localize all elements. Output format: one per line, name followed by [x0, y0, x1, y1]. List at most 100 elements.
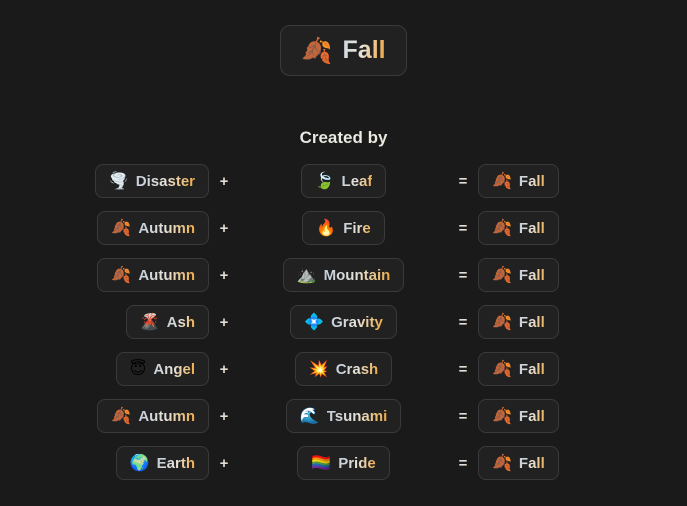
element-pill-result[interactable]: 🍂 Fall [478, 211, 559, 245]
element-pill-first[interactable]: 🌋 Ash [125, 305, 209, 339]
fallen-leaf-icon: 🍂 [111, 406, 132, 425]
recipe-row: 😇 Angel + 💥 Crash = 🍂 Fall [0, 352, 687, 386]
fallen-leaf-icon: 🍂 [492, 218, 512, 237]
element-label: Fire [343, 219, 371, 237]
element-label: Autumn [138, 407, 195, 425]
fallen-leaf-icon: 🍂 [492, 265, 512, 284]
volcano-icon: 🌋 [139, 312, 160, 331]
recipe-row: 🍂 Autumn + ⛰️ Mountain = 🍂 Fall [0, 258, 687, 292]
fallen-leaf-icon: 🍂 [111, 265, 132, 284]
element-label: Leaf [341, 172, 373, 190]
element-pill-second[interactable]: 🔥 Fire [302, 211, 385, 245]
element-label: Mountain [323, 266, 391, 284]
recipe-row: 🌋 Ash + 💠 Gravity = 🍂 Fall [0, 305, 687, 339]
recipe-first-cell: 🍂 Autumn [0, 399, 209, 433]
element-label: Fall [518, 407, 545, 425]
element-label: Fall [518, 360, 545, 378]
element-label: Angel [153, 360, 195, 378]
recipe-first-cell: 🍂 Autumn [0, 258, 209, 292]
fallen-leaf-icon: 🍂 [492, 171, 512, 190]
plus-operator: + [209, 455, 239, 472]
element-pill-result[interactable]: 🍂 Fall [478, 164, 559, 198]
recipe-first-cell: 🌋 Ash [0, 305, 209, 339]
element-label: Crash [335, 360, 379, 378]
element-pill-second[interactable]: 🌊 Tsunami [285, 399, 402, 433]
element-pill-second[interactable]: 💠 Gravity [290, 305, 397, 339]
recipe-list: 🌪️ Disaster + 🍃 Leaf = 🍂 Fall 🍂 Autumn + 🔥 Fire = 🍂 Fal… [0, 164, 687, 480]
tornado-icon: 🌪️ [108, 171, 129, 190]
wave-icon: 🌊 [299, 406, 320, 425]
recipe-second-cell: 🏳️‍🌈 Pride [239, 446, 448, 480]
fallen-leaf-icon: 🍂 [492, 406, 512, 425]
element-label: Earth [156, 454, 195, 472]
recipe-result-cell: 🍂 Fall [478, 305, 687, 339]
recipe-result-cell: 🍂 Fall [478, 211, 687, 245]
element-label: Fall [518, 172, 545, 190]
recipe-result-cell: 🍂 Fall [478, 352, 687, 386]
angel-face-icon: 😇 [129, 359, 147, 378]
fallen-leaf-icon: 🍂 [492, 312, 512, 331]
recipe-second-cell: 💠 Gravity [239, 305, 448, 339]
element-label: Ash [166, 313, 195, 331]
page-title: Fall [342, 36, 386, 64]
fallen-leaf-icon: 🍂 [492, 453, 512, 472]
recipe-row: 🍂 Autumn + 🌊 Tsunami = 🍂 Fall [0, 399, 687, 433]
page-header: 🍂 Fall [0, 0, 687, 76]
rainbow-flag-icon: 🏳️‍🌈 [311, 453, 332, 472]
recipe-result-cell: 🍂 Fall [478, 399, 687, 433]
equals-operator: = [448, 408, 478, 425]
element-pill-second[interactable]: 💥 Crash [294, 352, 393, 386]
equals-operator: = [448, 455, 478, 472]
recipe-first-cell: 🌍 Earth [0, 446, 209, 480]
page-title-pill[interactable]: 🍂 Fall [280, 25, 407, 76]
equals-operator: = [448, 220, 478, 237]
earth-globe-icon: 🌍 [129, 453, 150, 472]
element-pill-first[interactable]: 🍂 Autumn [97, 211, 209, 245]
recipe-second-cell: 🌊 Tsunami [239, 399, 448, 433]
recipe-second-cell: 🔥 Fire [239, 211, 448, 245]
collision-icon: 💥 [308, 359, 329, 378]
element-pill-first[interactable]: 🌪️ Disaster [94, 164, 209, 198]
element-label: Autumn [138, 266, 195, 284]
plus-operator: + [209, 173, 239, 190]
element-label: Pride [338, 454, 376, 472]
recipe-row: 🌍 Earth + 🏳️‍🌈 Pride = 🍂 Fall [0, 446, 687, 480]
plus-operator: + [209, 361, 239, 378]
recipe-first-cell: 🌪️ Disaster [0, 164, 209, 198]
section-heading-created-by: Created by [0, 128, 687, 148]
element-label: Disaster [135, 172, 195, 190]
element-pill-result[interactable]: 🍂 Fall [478, 352, 559, 386]
element-label: Autumn [138, 219, 195, 237]
plus-operator: + [209, 267, 239, 284]
recipe-first-cell: 🍂 Autumn [0, 211, 209, 245]
element-pill-result[interactable]: 🍂 Fall [478, 305, 559, 339]
element-pill-second[interactable]: 🍃 Leaf [300, 164, 387, 198]
element-label: Gravity [331, 313, 383, 331]
recipe-result-cell: 🍂 Fall [478, 258, 687, 292]
element-pill-result[interactable]: 🍂 Fall [478, 446, 559, 480]
element-pill-first[interactable]: 🌍 Earth [115, 446, 209, 480]
element-pill-first[interactable]: 😇 Angel [115, 352, 209, 386]
element-pill-first[interactable]: 🍂 Autumn [97, 399, 209, 433]
recipe-second-cell: ⛰️ Mountain [239, 258, 448, 292]
recipe-row: 🌪️ Disaster + 🍃 Leaf = 🍂 Fall [0, 164, 687, 198]
element-pill-result[interactable]: 🍂 Fall [478, 399, 559, 433]
fallen-leaf-icon: 🍂 [301, 36, 333, 65]
element-pill-result[interactable]: 🍂 Fall [478, 258, 559, 292]
recipe-result-cell: 🍂 Fall [478, 164, 687, 198]
recipe-second-cell: 🍃 Leaf [239, 164, 448, 198]
recipe-row: 🍂 Autumn + 🔥 Fire = 🍂 Fall [0, 211, 687, 245]
leaf-icon: 🍃 [314, 171, 335, 190]
diamond-shape-icon: 💠 [304, 312, 325, 331]
recipe-second-cell: 💥 Crash [239, 352, 448, 386]
equals-operator: = [448, 361, 478, 378]
element-pill-second[interactable]: 🏳️‍🌈 Pride [297, 446, 390, 480]
equals-operator: = [448, 173, 478, 190]
element-pill-second[interactable]: ⛰️ Mountain [282, 258, 405, 292]
element-pill-first[interactable]: 🍂 Autumn [97, 258, 209, 292]
element-label: Fall [518, 454, 545, 472]
recipe-first-cell: 😇 Angel [0, 352, 209, 386]
fallen-leaf-icon: 🍂 [111, 218, 132, 237]
equals-operator: = [448, 314, 478, 331]
mountain-icon: ⛰️ [296, 265, 317, 284]
